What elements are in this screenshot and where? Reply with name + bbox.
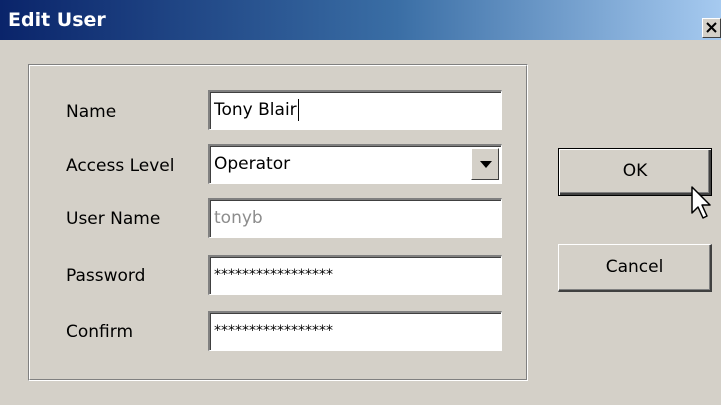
access-level-value: Operator bbox=[214, 154, 291, 174]
user-name-field[interactable]: tonyb bbox=[208, 198, 502, 238]
name-field[interactable]: Tony Blair bbox=[208, 90, 502, 130]
name-value: Tony Blair bbox=[214, 100, 297, 120]
cancel-button[interactable]: Cancel bbox=[558, 244, 712, 292]
text-caret bbox=[297, 99, 299, 121]
mouse-pointer-icon bbox=[691, 186, 711, 219]
password-label: Password bbox=[66, 266, 146, 286]
confirm-value: ***************** bbox=[214, 323, 333, 339]
access-level-dropdown-button[interactable] bbox=[471, 148, 499, 180]
name-label: Name bbox=[66, 102, 117, 122]
access-level-label: Access Level bbox=[66, 156, 175, 176]
edit-user-dialog: Edit User Name Tony Blair Access Level O… bbox=[0, 0, 721, 405]
access-level-select[interactable]: Operator bbox=[208, 144, 502, 184]
ok-button[interactable]: OK bbox=[558, 148, 712, 196]
password-field[interactable]: ***************** bbox=[208, 255, 502, 295]
chevron-down-icon bbox=[480, 161, 492, 168]
confirm-field[interactable]: ***************** bbox=[208, 311, 502, 351]
password-value: ***************** bbox=[214, 267, 333, 283]
close-icon bbox=[706, 22, 717, 33]
user-name-label: User Name bbox=[66, 209, 161, 229]
user-name-value: tonyb bbox=[214, 208, 263, 228]
confirm-label: Confirm bbox=[66, 322, 134, 342]
title-bar: Edit User bbox=[0, 0, 721, 40]
window-title: Edit User bbox=[8, 9, 106, 31]
close-button[interactable] bbox=[702, 18, 721, 38]
